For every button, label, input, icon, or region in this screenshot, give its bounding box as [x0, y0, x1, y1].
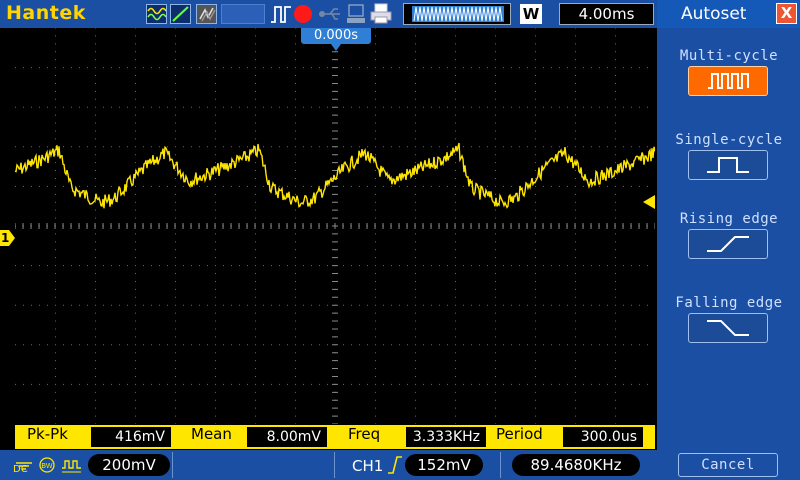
- falling-edge-icon: [707, 320, 749, 336]
- trigger-position-marker: [331, 44, 341, 51]
- channel1-marker-label: 1: [1, 231, 10, 245]
- close-button[interactable]: X: [776, 3, 797, 24]
- multi-cycle-icon: [708, 73, 749, 89]
- persistence-icon[interactable]: [196, 4, 217, 24]
- meas-value-freq: 3.333KHz: [406, 427, 486, 447]
- pulse-trigger-icon[interactable]: [270, 4, 292, 28]
- meas-label-mean: Mean: [191, 425, 232, 443]
- trigger-level-marker[interactable]: [642, 194, 656, 213]
- status-slot: [221, 4, 265, 24]
- rising-trigger-icon: [387, 454, 403, 480]
- network-icon: [346, 4, 366, 28]
- brand-logo: Hantek: [6, 2, 86, 24]
- panel-title: Autoset: [681, 4, 747, 24]
- acquisition-mode-badge: W: [520, 4, 542, 24]
- center-axis-ticks: [14, 27, 656, 425]
- rising-edge-icon: [707, 236, 749, 252]
- meas-value-mean: 8.00mV: [247, 427, 327, 447]
- meas-value-period: 300.0us: [563, 427, 643, 447]
- status-divider: [500, 452, 501, 478]
- trigger-level-readout[interactable]: 152mV: [405, 454, 483, 476]
- meas-label-pkpk: Pk-Pk: [27, 425, 68, 443]
- meas-label-period: Period: [496, 425, 543, 443]
- status-divider: [334, 452, 335, 478]
- waveform-graticule: [14, 27, 656, 425]
- measurement-bar: Pk-Pk 416mV Mean 8.00mV Freq 3.333KHz Pe…: [15, 425, 655, 449]
- trigger-frequency-readout: 89.4680KHz: [512, 454, 640, 476]
- ch1-waveform-trace: [14, 142, 656, 209]
- single-cycle-icon: [707, 157, 749, 173]
- meas-value-pkpk: 416mV: [91, 427, 171, 447]
- svg-text:BW: BW: [41, 462, 53, 470]
- single-cycle-button[interactable]: [688, 150, 768, 180]
- waveform-icon[interactable]: [146, 4, 167, 24]
- usb-icon: [318, 6, 342, 26]
- horizontal-position-label[interactable]: 0.000s: [301, 28, 371, 44]
- record-icon[interactable]: [294, 5, 312, 23]
- ch1-scale-readout[interactable]: 200mV: [88, 454, 170, 476]
- option-label-single-cycle: Single-cycle: [675, 132, 783, 148]
- falling-edge-button[interactable]: [688, 313, 768, 343]
- waveform-display[interactable]: [14, 27, 656, 425]
- ramp-icon[interactable]: [170, 4, 191, 24]
- option-label-rising-edge: Rising edge: [679, 211, 779, 227]
- cancel-button[interactable]: Cancel: [678, 453, 778, 477]
- option-label-falling-edge: Falling edge: [675, 295, 783, 311]
- trigger-source-label[interactable]: CH1: [352, 457, 383, 475]
- timebase-readout[interactable]: 4.00ms: [559, 3, 654, 25]
- option-label-multi-cycle: Multi-cycle: [679, 48, 779, 64]
- meas-label-freq: Freq: [348, 425, 381, 443]
- probe-icon: [61, 456, 83, 478]
- printer-icon[interactable]: [370, 3, 392, 29]
- bandwidth-limit-icon: BW: [38, 456, 56, 478]
- coupling-label: DC: [13, 464, 28, 475]
- multi-cycle-button[interactable]: [688, 66, 768, 96]
- waveform-memory-indicator: [403, 3, 511, 25]
- status-divider: [172, 452, 173, 478]
- rising-edge-button[interactable]: [688, 229, 768, 259]
